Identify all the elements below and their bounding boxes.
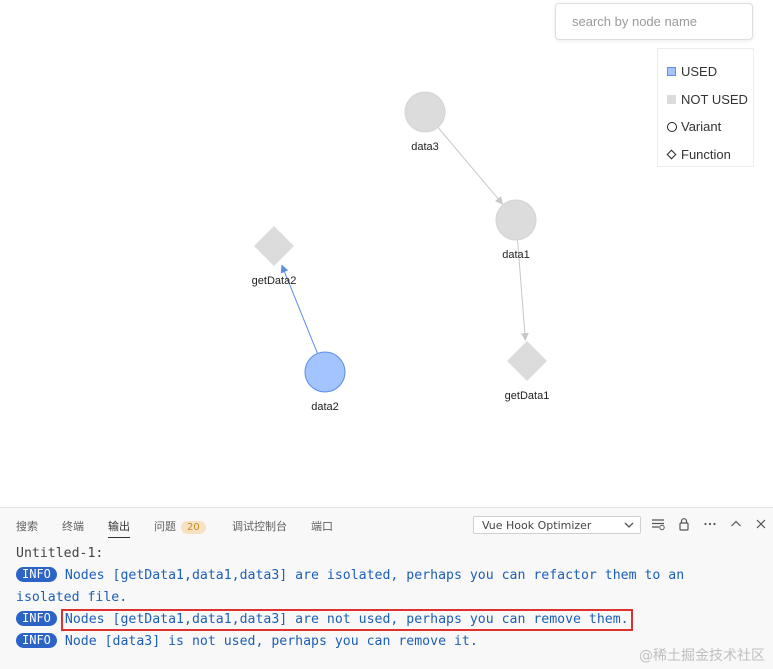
tab-terminal[interactable]: 终端 [62, 518, 84, 537]
legend-item-not-used: NOT USED [666, 86, 753, 114]
more-icon[interactable] [702, 517, 718, 533]
info-tag: INFO [16, 567, 57, 582]
tab-ports[interactable]: 端口 [311, 518, 333, 537]
legend-item-function: Function [666, 141, 753, 169]
info-tag: INFO [16, 633, 57, 648]
variant-node-circle [304, 351, 346, 393]
highlighted-log-text: Nodes [getData1,data1,data3] are not use… [60, 609, 633, 631]
node-label: getData2 [252, 275, 297, 287]
chevron-down-icon [624, 522, 634, 528]
variant-node-circle [495, 199, 537, 241]
panel-tabs: 搜索 终端 输出 问题 20 调试控制台 端口 Vue Hook Optimize… [0, 508, 773, 542]
circle-icon [666, 121, 677, 132]
edge-data3-data1 [437, 126, 504, 205]
node-data3[interactable]: data3 [404, 91, 446, 153]
node-data1[interactable]: data1 [495, 199, 537, 261]
function-node-diamond [254, 226, 294, 266]
tab-debug-console[interactable]: 调试控制台 [232, 518, 287, 537]
tab-problems-label: 问题 [154, 520, 176, 533]
node-label: getData1 [505, 390, 550, 402]
not-used-swatch-icon [666, 94, 677, 105]
tab-search[interactable]: 搜索 [16, 518, 38, 537]
chevron-up-icon[interactable] [728, 517, 744, 533]
diamond-icon [666, 149, 677, 160]
lock-icon[interactable] [676, 517, 692, 533]
used-swatch-icon [666, 66, 677, 77]
tab-output[interactable]: 输出 [108, 518, 130, 538]
output-channel-select[interactable]: Vue Hook Optimizer [473, 516, 641, 534]
bottom-panel: 搜索 终端 输出 问题 20 调试控制台 端口 Vue Hook Optimize… [0, 507, 773, 669]
info-tag: INFO [16, 611, 57, 626]
legend: USED NOT USED Variant Function [657, 48, 754, 167]
log-text: Nodes [getData1,data1,data3] are isolate… [64, 568, 685, 583]
node-search-input[interactable] [555, 3, 753, 40]
legend-label: Function [681, 146, 731, 162]
output-log: Untitled-1: INFO Nodes [getData1,data1,da… [16, 543, 763, 653]
tab-problems[interactable]: 问题 20 [154, 518, 206, 537]
node-label: data1 [502, 249, 530, 261]
legend-item-variant: Variant [666, 113, 753, 141]
problems-count-badge: 20 [181, 521, 206, 534]
legend-label: Variant [681, 119, 722, 135]
log-line-continuation: isolated file. [16, 590, 128, 605]
node-label: data2 [311, 401, 339, 413]
watermark: @稀土掘金技术社区 [639, 648, 765, 664]
legend-label: USED [681, 64, 718, 80]
log-line: INFO Nodes [getData1,data1,data3] are not… [16, 609, 763, 631]
log-text: Node [data3] is not used, perhaps you ca… [64, 634, 478, 649]
legend-item-used: USED [666, 58, 753, 86]
function-node-diamond [507, 341, 547, 381]
node-label: data3 [411, 141, 439, 153]
output-header: Untitled-1: [16, 546, 104, 561]
list-filter-icon[interactable] [650, 517, 666, 533]
node-getData2[interactable]: getData2 [252, 226, 297, 287]
node-data2[interactable]: data2 [304, 351, 346, 413]
variant-node-circle [404, 91, 446, 133]
output-channel-value: Vue Hook Optimizer [482, 519, 592, 532]
node-getData1[interactable]: getData1 [505, 341, 550, 402]
legend-label: NOT USED [681, 91, 748, 107]
log-line: INFO Nodes [getData1,data1,data3] are iso… [16, 565, 763, 587]
close-icon[interactable] [753, 517, 769, 533]
